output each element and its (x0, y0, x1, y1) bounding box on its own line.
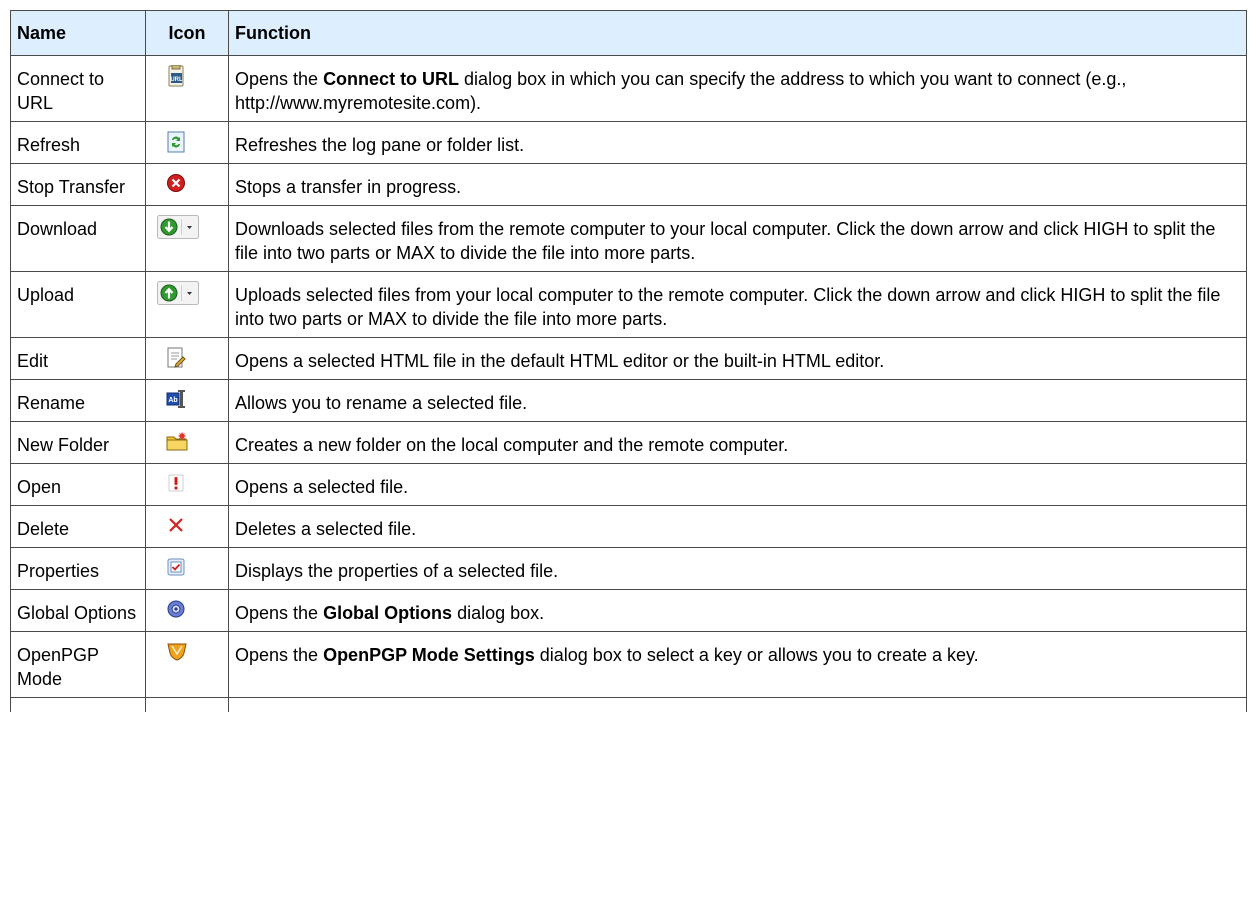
row-name: Global Options (10, 589, 146, 632)
row-function: Allows you to rename a selected file. (228, 379, 1247, 422)
row-icon-cell (145, 505, 229, 548)
svg-text:URL: URL (170, 77, 183, 83)
function-text: Uploads selected files from your local c… (235, 285, 1221, 329)
function-text: dialog box to select a key or allows you… (534, 645, 979, 665)
row-name: Open (10, 463, 146, 506)
header-name: Name (10, 10, 146, 56)
header-function: Function (228, 10, 1247, 56)
table-continuation (10, 697, 1247, 712)
row-name: Delete (10, 505, 146, 548)
row-function: Downloads selected files from the remote… (228, 205, 1247, 272)
row-icon-cell (145, 271, 229, 338)
row-name: OpenPGP Mode (10, 631, 146, 698)
row-icon-cell (145, 589, 229, 632)
row-name: Stop Transfer (10, 163, 146, 206)
edit-icon (166, 347, 186, 369)
header-icon: Icon (145, 10, 229, 56)
function-text: Opens the (235, 603, 324, 623)
row-name: Connect to URL (10, 55, 146, 122)
table-row: Global Options Opens the Global Options d… (10, 589, 1247, 632)
row-icon-cell (145, 205, 229, 272)
row-icon-cell: URL (145, 55, 229, 122)
function-text: Allows you to rename a selected file. (235, 393, 528, 413)
function-text: Opens the (235, 645, 324, 665)
table-row: Delete Deletes a selected file. (10, 505, 1247, 548)
row-function: Opens a selected HTML file in the defaul… (228, 337, 1247, 380)
upload-icon (157, 281, 199, 305)
table-row: OpenPGP Mode Opens the OpenPGP Mode Setti… (10, 631, 1247, 698)
row-icon-cell (145, 631, 229, 698)
function-text: Stops a transfer in progress. (235, 177, 462, 197)
row-function: Deletes a selected file. (228, 505, 1247, 548)
row-function: Creates a new folder on the local comput… (228, 421, 1247, 464)
function-text: Downloads selected files from the remote… (235, 219, 1216, 263)
stop-icon (166, 173, 186, 193)
row-icon-cell (145, 463, 229, 506)
table-row: Stop Transfer Stops a transfer in progres… (10, 163, 1247, 206)
table-row: Refresh Refreshes the log pane or folder … (10, 121, 1247, 164)
function-text: Deletes a selected file. (235, 519, 417, 539)
table-row: New Folder Creates a new folder on the lo… (10, 421, 1247, 464)
row-name: Edit (10, 337, 146, 380)
row-function: Opens the Global Options dialog box. (228, 589, 1247, 632)
function-text: Opens a selected HTML file in the defaul… (235, 351, 885, 371)
openpgp-icon (166, 641, 188, 661)
table-row: Open Opens a selected file. (10, 463, 1247, 506)
table-row: Rename Ab Allows you to rename a selected … (10, 379, 1247, 422)
function-text: Displays the properties of a selected fi… (235, 561, 559, 581)
row-function: Stops a transfer in progress. (228, 163, 1247, 206)
row-function: Opens a selected file. (228, 463, 1247, 506)
row-function: Opens the Connect to URL dialog box in w… (228, 55, 1247, 122)
bold-term: OpenPGP Mode Settings (323, 645, 535, 665)
table-row: Download Downloads selected files from th… (10, 205, 1247, 272)
connect-url-icon: URL (166, 65, 186, 87)
row-name: Download (10, 205, 146, 272)
table-row: Properties Displays the properties of a s… (10, 547, 1247, 590)
toolbar-reference-table: Name Icon Function Connect to URL URL Open… (10, 10, 1247, 712)
row-name: Upload (10, 271, 146, 338)
row-icon-cell (145, 121, 229, 164)
row-function: Refreshes the log pane or folder list. (228, 121, 1247, 164)
svg-text:Ab: Ab (168, 397, 177, 404)
download-icon (157, 215, 199, 239)
row-icon-cell: Ab (145, 379, 229, 422)
rename-icon: Ab (166, 389, 186, 409)
function-text: Opens a selected file. (235, 477, 409, 497)
row-name: Rename (10, 379, 146, 422)
row-name: Refresh (10, 121, 146, 164)
function-text: Opens the (235, 69, 324, 89)
refresh-icon (166, 131, 186, 153)
properties-icon (166, 557, 186, 577)
row-name: Properties (10, 547, 146, 590)
global-options-icon (166, 599, 186, 619)
row-function: Displays the properties of a selected fi… (228, 547, 1247, 590)
function-text: Refreshes the log pane or folder list. (235, 135, 525, 155)
new-folder-icon (166, 431, 188, 451)
function-text: dialog box. (452, 603, 545, 623)
bold-term: Global Options (323, 603, 453, 623)
table-row: Connect to URL URL Opens the Connect to UR… (10, 55, 1247, 122)
row-function: Uploads selected files from your local c… (228, 271, 1247, 338)
row-name: New Folder (10, 421, 146, 464)
row-icon-cell (145, 421, 229, 464)
table-row: Upload Uploads selected files from your l… (10, 271, 1247, 338)
function-text: Creates a new folder on the local comput… (235, 435, 789, 455)
table-row: Edit Opens a selected HTML file in the de… (10, 337, 1247, 380)
row-function: Opens the OpenPGP Mode Settings dialog b… (228, 631, 1247, 698)
delete-icon (166, 515, 186, 535)
row-icon-cell (145, 163, 229, 206)
row-icon-cell (145, 337, 229, 380)
row-icon-cell (145, 547, 229, 590)
open-icon (166, 473, 186, 493)
header-row: Name Icon Function (10, 10, 1247, 56)
bold-term: Connect to URL (323, 69, 460, 89)
